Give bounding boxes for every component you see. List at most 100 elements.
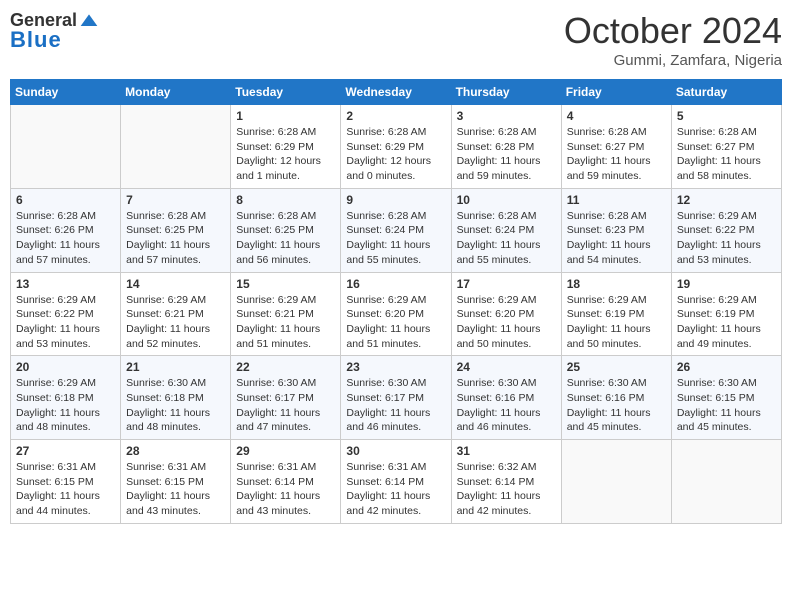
day-info: Sunrise: 6:30 AM Sunset: 6:17 PM Dayligh… (346, 376, 445, 435)
day-number: 27 (16, 444, 115, 458)
day-info: Sunrise: 6:28 AM Sunset: 6:29 PM Dayligh… (346, 125, 445, 184)
calendar-week-row: 6 Sunrise: 6:28 AM Sunset: 6:26 PM Daylig… (11, 188, 782, 272)
day-info: Sunrise: 6:30 AM Sunset: 6:16 PM Dayligh… (567, 376, 666, 435)
day-number: 3 (457, 109, 556, 123)
calendar-header-row: SundayMondayTuesdayWednesdayThursdayFrid… (11, 80, 782, 105)
calendar-day-cell: 3 Sunrise: 6:28 AM Sunset: 6:28 PM Daylig… (451, 105, 561, 189)
day-number: 10 (457, 193, 556, 207)
calendar-day-cell: 14 Sunrise: 6:29 AM Sunset: 6:21 PM Dayli… (121, 272, 231, 356)
day-number: 4 (567, 109, 666, 123)
day-info: Sunrise: 6:30 AM Sunset: 6:17 PM Dayligh… (236, 376, 335, 435)
day-number: 17 (457, 277, 556, 291)
title-block: October 2024 Gummi, Zamfara, Nigeria (564, 10, 782, 69)
calendar-day-cell: 24Sunrise: 6:30 AM Sunset: 6:16 PM Dayli… (451, 356, 561, 440)
calendar-day-cell: 11Sunrise: 6:28 AM Sunset: 6:23 PM Dayli… (561, 188, 671, 272)
calendar-day-cell (11, 105, 121, 189)
calendar-day-cell (561, 440, 671, 524)
day-number: 6 (16, 193, 115, 207)
calendar-table: SundayMondayTuesdayWednesdayThursdayFrid… (10, 79, 782, 524)
weekday-header: Monday (121, 80, 231, 105)
day-number: 25 (567, 360, 666, 374)
day-info: Sunrise: 6:29 AM Sunset: 6:21 PM Dayligh… (126, 293, 225, 352)
day-info: Sunrise: 6:32 AM Sunset: 6:14 PM Dayligh… (457, 460, 556, 519)
calendar-day-cell: 15Sunrise: 6:29 AM Sunset: 6:21 PM Dayli… (231, 272, 341, 356)
day-info: Sunrise: 6:29 AM Sunset: 6:22 PM Dayligh… (677, 209, 776, 268)
weekday-header: Friday (561, 80, 671, 105)
calendar-day-cell (121, 105, 231, 189)
day-info: Sunrise: 6:29 AM Sunset: 6:18 PM Dayligh… (16, 376, 115, 435)
day-info: Sunrise: 6:31 AM Sunset: 6:14 PM Dayligh… (236, 460, 335, 519)
day-info: Sunrise: 6:28 AM Sunset: 6:26 PM Dayligh… (16, 209, 115, 268)
location-subtitle: Gummi, Zamfara, Nigeria (564, 52, 782, 69)
calendar-day-cell: 12 Sunrise: 6:29 AM Sunset: 6:22 PM Dayli… (671, 188, 781, 272)
logo: General Blue (10, 10, 99, 53)
weekday-header: Tuesday (231, 80, 341, 105)
weekday-header: Wednesday (341, 80, 451, 105)
day-number: 16 (346, 277, 445, 291)
day-number: 13 (16, 277, 115, 291)
calendar-day-cell: 27 Sunrise: 6:31 AM Sunset: 6:15 PM Dayli… (11, 440, 121, 524)
calendar-day-cell: 21 Sunrise: 6:30 AM Sunset: 6:18 PM Dayli… (121, 356, 231, 440)
calendar-day-cell: 23Sunrise: 6:30 AM Sunset: 6:17 PM Dayli… (341, 356, 451, 440)
day-info: Sunrise: 6:31 AM Sunset: 6:15 PM Dayligh… (16, 460, 115, 519)
day-info: Sunrise: 6:31 AM Sunset: 6:15 PM Dayligh… (126, 460, 225, 519)
day-info: Sunrise: 6:30 AM Sunset: 6:15 PM Dayligh… (677, 376, 776, 435)
day-number: 21 (126, 360, 225, 374)
day-number: 28 (126, 444, 225, 458)
day-number: 18 (567, 277, 666, 291)
day-number: 14 (126, 277, 225, 291)
calendar-day-cell: 19 Sunrise: 6:29 AM Sunset: 6:19 PM Dayli… (671, 272, 781, 356)
day-number: 5 (677, 109, 776, 123)
day-info: Sunrise: 6:31 AM Sunset: 6:14 PM Dayligh… (346, 460, 445, 519)
calendar-day-cell: 1 Sunrise: 6:28 AM Sunset: 6:29 PM Daylig… (231, 105, 341, 189)
day-info: Sunrise: 6:28 AM Sunset: 6:27 PM Dayligh… (567, 125, 666, 184)
day-number: 12 (677, 193, 776, 207)
weekday-header: Thursday (451, 80, 561, 105)
day-number: 2 (346, 109, 445, 123)
calendar-day-cell: 2 Sunrise: 6:28 AM Sunset: 6:29 PM Daylig… (341, 105, 451, 189)
day-info: Sunrise: 6:28 AM Sunset: 6:27 PM Dayligh… (677, 125, 776, 184)
day-info: Sunrise: 6:29 AM Sunset: 6:22 PM Dayligh… (16, 293, 115, 352)
day-number: 19 (677, 277, 776, 291)
day-number: 15 (236, 277, 335, 291)
day-number: 7 (126, 193, 225, 207)
day-number: 20 (16, 360, 115, 374)
calendar-day-cell: 31 Sunrise: 6:32 AM Sunset: 6:14 PM Dayli… (451, 440, 561, 524)
calendar-day-cell: 13 Sunrise: 6:29 AM Sunset: 6:22 PM Dayli… (11, 272, 121, 356)
calendar-day-cell: 16 Sunrise: 6:29 AM Sunset: 6:20 PM Dayli… (341, 272, 451, 356)
day-info: Sunrise: 6:29 AM Sunset: 6:20 PM Dayligh… (346, 293, 445, 352)
day-info: Sunrise: 6:30 AM Sunset: 6:16 PM Dayligh… (457, 376, 556, 435)
calendar-week-row: 27 Sunrise: 6:31 AM Sunset: 6:15 PM Dayli… (11, 440, 782, 524)
calendar-day-cell: 30Sunrise: 6:31 AM Sunset: 6:14 PM Dayli… (341, 440, 451, 524)
calendar-day-cell: 22Sunrise: 6:30 AM Sunset: 6:17 PM Dayli… (231, 356, 341, 440)
day-number: 11 (567, 193, 666, 207)
day-info: Sunrise: 6:28 AM Sunset: 6:24 PM Dayligh… (457, 209, 556, 268)
day-info: Sunrise: 6:28 AM Sunset: 6:28 PM Dayligh… (457, 125, 556, 184)
day-info: Sunrise: 6:29 AM Sunset: 6:19 PM Dayligh… (677, 293, 776, 352)
calendar-day-cell: 6 Sunrise: 6:28 AM Sunset: 6:26 PM Daylig… (11, 188, 121, 272)
day-info: Sunrise: 6:28 AM Sunset: 6:25 PM Dayligh… (236, 209, 335, 268)
calendar-day-cell: 20 Sunrise: 6:29 AM Sunset: 6:18 PM Dayli… (11, 356, 121, 440)
day-info: Sunrise: 6:29 AM Sunset: 6:20 PM Dayligh… (457, 293, 556, 352)
weekday-header: Sunday (11, 80, 121, 105)
calendar-day-cell: 5 Sunrise: 6:28 AM Sunset: 6:27 PM Daylig… (671, 105, 781, 189)
calendar-day-cell: 18 Sunrise: 6:29 AM Sunset: 6:19 PM Dayli… (561, 272, 671, 356)
calendar-day-cell: 4 Sunrise: 6:28 AM Sunset: 6:27 PM Daylig… (561, 105, 671, 189)
day-info: Sunrise: 6:28 AM Sunset: 6:25 PM Dayligh… (126, 209, 225, 268)
day-number: 31 (457, 444, 556, 458)
page-header: General Blue October 2024 Gummi, Zamfara… (10, 10, 782, 69)
calendar-week-row: 1 Sunrise: 6:28 AM Sunset: 6:29 PM Daylig… (11, 105, 782, 189)
day-number: 29 (236, 444, 335, 458)
day-info: Sunrise: 6:29 AM Sunset: 6:19 PM Dayligh… (567, 293, 666, 352)
day-info: Sunrise: 6:30 AM Sunset: 6:18 PM Dayligh… (126, 376, 225, 435)
day-number: 9 (346, 193, 445, 207)
calendar-day-cell: 7 Sunrise: 6:28 AM Sunset: 6:25 PM Daylig… (121, 188, 231, 272)
calendar-day-cell (671, 440, 781, 524)
calendar-day-cell: 28 Sunrise: 6:31 AM Sunset: 6:15 PM Dayli… (121, 440, 231, 524)
calendar-week-row: 13 Sunrise: 6:29 AM Sunset: 6:22 PM Dayli… (11, 272, 782, 356)
logo-blue-text: Blue (10, 27, 62, 53)
logo-icon (79, 11, 99, 31)
day-info: Sunrise: 6:28 AM Sunset: 6:29 PM Dayligh… (236, 125, 335, 184)
day-number: 1 (236, 109, 335, 123)
calendar-day-cell: 29 Sunrise: 6:31 AM Sunset: 6:14 PM Dayli… (231, 440, 341, 524)
